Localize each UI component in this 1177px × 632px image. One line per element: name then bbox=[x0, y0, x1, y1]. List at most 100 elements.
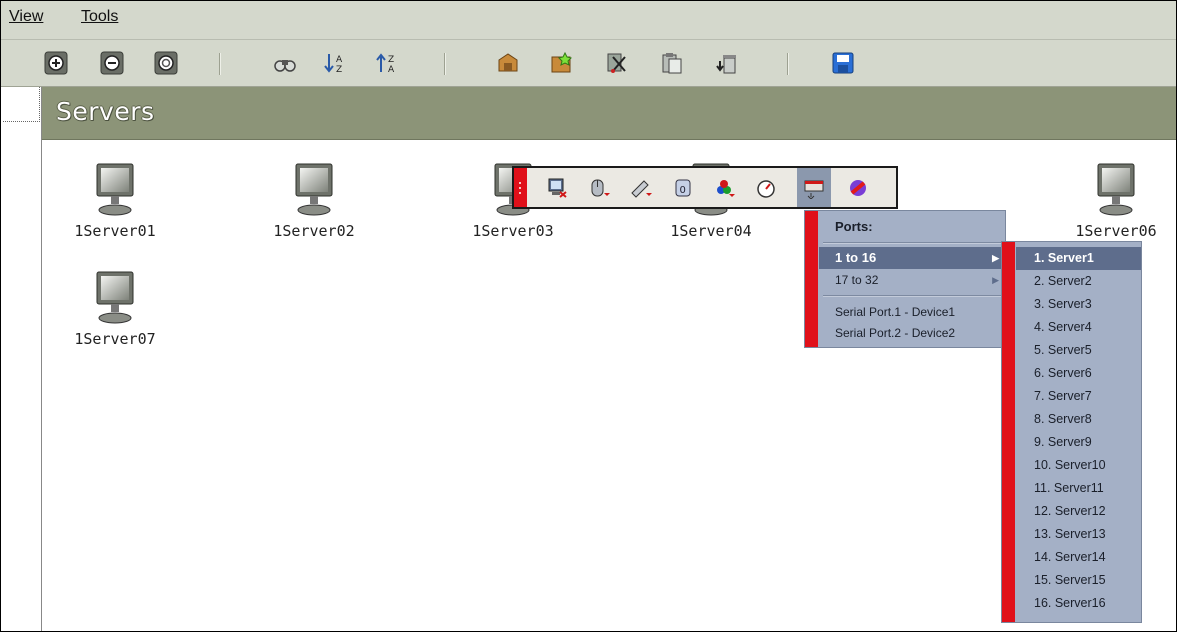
menu-bar: View Tools bbox=[1, 1, 1176, 40]
server-port-item[interactable]: 11. Server11 bbox=[1016, 477, 1141, 500]
ports-range-label: 1 to 16 bbox=[835, 250, 877, 265]
exit-button[interactable] bbox=[845, 175, 871, 201]
server-port-item[interactable]: 13. Server13 bbox=[1016, 523, 1141, 546]
server-label: 1Server03 bbox=[472, 222, 554, 240]
keyboard-macros-button[interactable] bbox=[628, 175, 654, 201]
connect-button[interactable] bbox=[495, 50, 521, 76]
server-port-item[interactable]: 5. Server5 bbox=[1016, 339, 1141, 362]
toolbar-drag-handle[interactable] bbox=[514, 168, 527, 207]
server-item[interactable]: 1Server01 bbox=[55, 162, 175, 250]
toolbar-separator bbox=[219, 53, 221, 75]
focus-marker bbox=[3, 87, 40, 122]
find-binoculars-icon bbox=[274, 60, 296, 72]
paste-button[interactable] bbox=[659, 50, 685, 76]
ports-range-label: 17 to 32 bbox=[835, 273, 879, 287]
serial-port-2[interactable]: Serial Port.2 - Device2 bbox=[819, 322, 1005, 344]
server-item[interactable]: 1Server02 bbox=[254, 162, 374, 250]
svg-text:A: A bbox=[388, 65, 395, 75]
server-port-item[interactable]: 2. Server2 bbox=[1016, 270, 1141, 293]
submenu-arrow-icon: ▶ bbox=[992, 253, 999, 263]
server-port-item[interactable]: 10. Server10 bbox=[1016, 454, 1141, 477]
save-icon bbox=[832, 52, 854, 74]
keyboard-macros-icon bbox=[631, 180, 652, 198]
svg-text:Z: Z bbox=[388, 55, 394, 65]
server-port-item[interactable]: 12. Server12 bbox=[1016, 500, 1141, 523]
server-port-item[interactable]: 9. Server9 bbox=[1016, 431, 1141, 454]
server-port-item[interactable]: 16. Server16 bbox=[1016, 592, 1141, 615]
performance-gauge-icon bbox=[757, 180, 775, 198]
monitor-icon bbox=[1097, 163, 1135, 216]
toolbar: AZ ZA bbox=[1, 40, 1176, 87]
session-toolbar: 0 bbox=[512, 166, 898, 209]
exit-icon bbox=[850, 180, 866, 196]
toolbar-separator bbox=[444, 53, 446, 75]
server-label: 1Server06 bbox=[1075, 222, 1157, 240]
performance-gauge-button[interactable] bbox=[753, 175, 779, 201]
find-button[interactable] bbox=[272, 50, 298, 76]
cut-icon bbox=[607, 53, 626, 73]
server-port-item[interactable]: 4. Server4 bbox=[1016, 316, 1141, 339]
sort-ascending-button[interactable]: AZ bbox=[322, 50, 348, 76]
color-depth-icon bbox=[717, 180, 735, 197]
zoom-in-button[interactable] bbox=[43, 50, 69, 76]
mouse-options-button[interactable] bbox=[586, 175, 612, 201]
menu-separator bbox=[823, 242, 1003, 244]
delete-icon bbox=[716, 55, 736, 74]
cut-button[interactable] bbox=[604, 50, 630, 76]
server-port-item[interactable]: 8. Server8 bbox=[1016, 408, 1141, 431]
zoom-in-icon bbox=[44, 51, 68, 75]
server-item[interactable]: 1Server06 bbox=[1056, 162, 1176, 250]
disconnect-session-button[interactable] bbox=[544, 175, 570, 201]
server-port-item[interactable]: 6. Server6 bbox=[1016, 362, 1141, 385]
port-select-icon bbox=[804, 180, 824, 199]
svg-text:Z: Z bbox=[336, 65, 342, 75]
paste-icon bbox=[662, 53, 682, 74]
new-item-button[interactable] bbox=[549, 50, 575, 76]
server-label: 1Server01 bbox=[74, 222, 156, 240]
delete-button[interactable] bbox=[714, 50, 740, 76]
server-item[interactable]: 1Server07 bbox=[55, 270, 175, 358]
server-label: 1Server04 bbox=[670, 222, 752, 240]
menu-separator bbox=[823, 295, 1003, 297]
sort-descending-icon: ZA bbox=[376, 53, 395, 75]
save-button[interactable] bbox=[830, 50, 856, 76]
toolbar-separator bbox=[787, 53, 789, 75]
ports-range-17-32[interactable]: 17 to 32 ▶ bbox=[819, 269, 1005, 291]
serial-port-1[interactable]: Serial Port.1 - Device1 bbox=[819, 301, 1005, 323]
monitor-icon bbox=[96, 163, 134, 216]
menu-accent-strip bbox=[805, 211, 818, 347]
server-label: 1Server02 bbox=[273, 222, 355, 240]
page-header: Servers bbox=[42, 87, 1176, 140]
menu-accent-strip bbox=[1002, 242, 1015, 622]
server-port-item[interactable]: 1. Server1 bbox=[1016, 247, 1141, 270]
zoom-out-icon bbox=[100, 51, 124, 75]
port-select-button[interactable] bbox=[797, 168, 831, 207]
menu-view[interactable]: View bbox=[9, 8, 43, 26]
ports-menu-title: Ports: bbox=[835, 219, 873, 234]
server-port-item[interactable]: 3. Server3 bbox=[1016, 293, 1141, 316]
application-window: View Tools AZ ZA Servers 1Server01 1Serv… bbox=[0, 0, 1177, 632]
video-settings-button[interactable]: 0 bbox=[670, 175, 696, 201]
navigation-pane[interactable] bbox=[1, 87, 42, 631]
ports-range-1-16[interactable]: 1 to 16 ▶ bbox=[819, 247, 1005, 269]
zoom-reset-button[interactable] bbox=[153, 50, 179, 76]
monitor-icon bbox=[96, 271, 134, 324]
connect-icon bbox=[498, 53, 518, 72]
sort-descending-button[interactable]: ZA bbox=[374, 50, 400, 76]
color-depth-button[interactable] bbox=[711, 175, 737, 201]
server-port-item[interactable]: 15. Server15 bbox=[1016, 569, 1141, 592]
zoom-out-button[interactable] bbox=[99, 50, 125, 76]
menu-tools[interactable]: Tools bbox=[81, 8, 118, 26]
server-port-item[interactable]: 7. Server7 bbox=[1016, 385, 1141, 408]
ports-menu: Ports: 1 to 16 ▶ 17 to 32 ▶ Serial Port.1 … bbox=[804, 210, 1006, 348]
new-item-icon bbox=[551, 51, 572, 73]
svg-text:A: A bbox=[336, 55, 343, 65]
server-port-item[interactable]: 14. Server14 bbox=[1016, 546, 1141, 569]
disconnect-session-icon bbox=[548, 178, 567, 198]
monitor-icon bbox=[295, 163, 333, 216]
video-settings-icon: 0 bbox=[675, 179, 691, 197]
servers-submenu: 1. Server1 2. Server2 3. Server3 4. Serv… bbox=[1001, 241, 1142, 623]
sort-ascending-icon: AZ bbox=[324, 54, 343, 75]
submenu-arrow-icon: ▶ bbox=[992, 275, 999, 285]
page-title: Servers bbox=[56, 97, 155, 126]
